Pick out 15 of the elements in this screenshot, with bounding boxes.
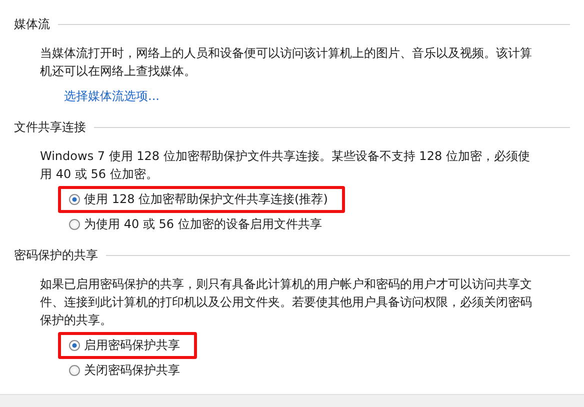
section-description: Windows 7 使用 128 位加密帮助保护文件共享连接。某些设备不支持 128 位加密，必须使用 40 或 56 位加密。 [40, 148, 531, 183]
radio-button-icon [69, 365, 80, 376]
radio-option[interactable]: 启用密码保护共享 [58, 332, 197, 359]
section-title: 文件共享连接 [14, 118, 86, 136]
radio-button-icon [69, 340, 80, 351]
section-description: 当媒体流打开时，网络上的人员和设备便可以访问该计算机上的图片、音乐以及视频。该计算机还可以在网络上查找媒体。 [40, 45, 533, 80]
section-description: 如果已启用密码保护的共享，则只有具备此计算机的用户帐户和密码的用户才可以访问共享文件、连接到此计算机的打印机以及公用文件夹。若要使其他用户具备访问权限，必须关闭密码保护的共享。 [40, 276, 533, 329]
radio-option[interactable]: 关闭密码保护共享 [58, 357, 197, 384]
radio-option[interactable]: 使用 128 位加密帮助保护文件共享连接(推荐) [58, 186, 345, 213]
radio-button-icon [69, 219, 80, 230]
media-streaming-link[interactable]: 选择媒体流选项... [64, 88, 160, 105]
section-title: 密码保护的共享 [14, 246, 98, 264]
radio-option[interactable]: 为使用 40 或 56 位加密的设备启用文件共享 [58, 211, 339, 238]
radio-button-icon [69, 194, 80, 205]
section-title: 媒体流 [14, 16, 50, 32]
